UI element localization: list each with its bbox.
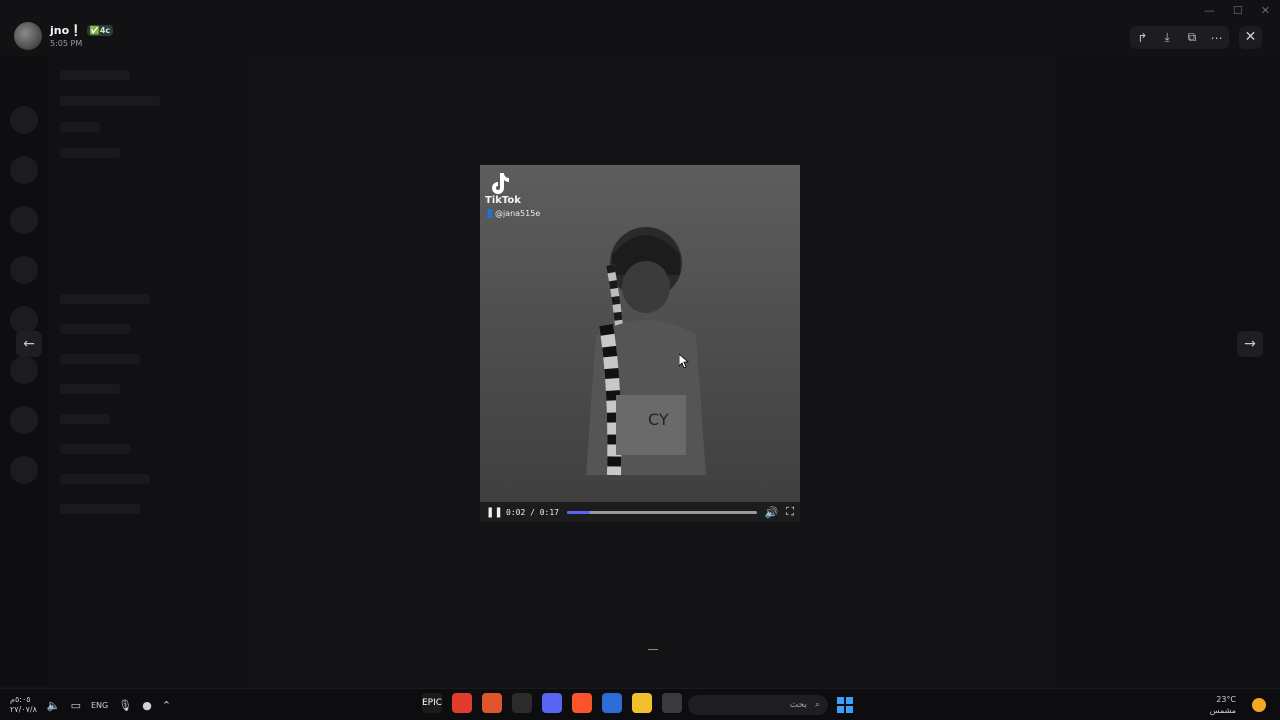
author-name[interactable]: jno❕ (50, 24, 83, 37)
store-icon[interactable] (602, 693, 622, 713)
server-icon (10, 156, 38, 184)
search-icon: ⌕ (814, 700, 820, 710)
maximize-button[interactable]: ☐ (1233, 4, 1243, 17)
server-icon (10, 456, 38, 484)
channel-row (60, 122, 100, 132)
next-media-button[interactable]: → (1237, 331, 1263, 357)
channel-row (60, 294, 150, 304)
channel-row (60, 474, 150, 484)
server-icon (10, 106, 38, 134)
seek-bar[interactable] (566, 510, 757, 514)
more-icon[interactable]: ⋯ (1207, 31, 1227, 45)
author-info: jno❕ ✅4c 5:05 PM (14, 22, 114, 50)
avatar[interactable] (14, 22, 42, 50)
fullscreen-icon[interactable]: ⛶ (786, 505, 794, 519)
server-icon (10, 256, 38, 284)
weather-temp: 23°C (1216, 695, 1236, 704)
channel-row (60, 414, 110, 424)
weather-desc: مشمس (1209, 706, 1236, 715)
channel-list (48, 56, 248, 686)
channel-row (60, 384, 120, 394)
server-rail (0, 56, 48, 686)
clock-time: ٥:٠٥م (10, 695, 31, 704)
tiktok-username: 👤@jana515e (485, 209, 541, 218)
profile-panel (1056, 56, 1280, 686)
guild-tag: ✅4c (86, 25, 114, 36)
app-clock-icon[interactable] (512, 693, 532, 713)
svg-text:CY: CY (648, 410, 669, 429)
tiktok-logo-icon (492, 173, 509, 194)
taskbar: ٥:٠٥م ٢٧/٠٧/٨ 🔈 ▭ ENG 🎙 ● ⌃ EPIC بحث ⌕ 2… (0, 688, 1280, 720)
pause-button[interactable]: ❚❚ (486, 507, 503, 518)
media-viewer-header: jno❕ ✅4c 5:05 PM — ☐ ✕ ↱ ⤓ ⧉ ⋯ ✕ (0, 0, 1280, 56)
channel-row (60, 354, 140, 364)
author-name-row: jno❕ ✅4c (50, 24, 114, 37)
channel-row (60, 96, 160, 106)
close-viewer-button[interactable]: ✕ (1239, 26, 1262, 49)
taskbar-search[interactable]: بحث ⌕ (688, 695, 828, 715)
system-tray: ٥:٠٥م ٢٧/٠٧/٨ 🔈 ▭ ENG 🎙 ● ⌃ (10, 695, 171, 715)
server-icon (10, 206, 38, 234)
video-frame-person: CY (586, 227, 706, 476)
channel-row (60, 504, 140, 514)
start-button[interactable] (837, 697, 853, 713)
app-orange-icon[interactable] (482, 693, 502, 713)
minimize-button[interactable]: — (1204, 4, 1215, 17)
search-placeholder: بحث (789, 700, 807, 710)
channel-row (60, 148, 120, 158)
mouse-cursor-icon (679, 354, 689, 368)
network-icon[interactable]: ▭ (71, 699, 81, 712)
pinned-apps: EPIC (422, 693, 682, 713)
video-controls: ❚❚ 0:02 / 0:17 🔊 ⛶ (480, 502, 800, 522)
volume-icon[interactable]: 🔊 (765, 506, 779, 519)
seek-bar-progress (566, 510, 590, 514)
tiktok-brand: TikTok (485, 195, 521, 206)
sun-icon (1252, 698, 1266, 712)
server-icon (10, 306, 38, 334)
window-close-button[interactable]: ✕ (1261, 4, 1270, 17)
download-icon[interactable]: ⤓ (1157, 30, 1177, 45)
server-icon (10, 406, 38, 434)
discord-icon[interactable] (542, 693, 562, 713)
microphone-icon[interactable]: 🎙 (118, 699, 132, 712)
language-indicator[interactable]: ENG (91, 701, 108, 710)
clock-date: ٢٧/٠٧/٨ (10, 705, 37, 714)
tray-app-icon[interactable]: ● (142, 699, 152, 712)
loading-indicator (648, 649, 658, 650)
forward-icon[interactable]: ↱ (1132, 31, 1152, 45)
weather-widget[interactable]: 23°C مشمس (1210, 694, 1236, 716)
message-timestamp: 5:05 PM (50, 39, 83, 48)
previous-media-button[interactable]: ← (16, 331, 42, 357)
video-player[interactable]: TikTok 👤@jana515e CY (480, 165, 800, 522)
chrome-icon[interactable] (452, 693, 472, 713)
epic-games-icon[interactable]: EPIC (422, 693, 442, 713)
open-external-icon[interactable]: ⧉ (1182, 30, 1202, 45)
channel-row (60, 70, 130, 80)
clock[interactable]: ٥:٠٥م ٢٧/٠٧/٨ (10, 695, 37, 715)
brave-icon[interactable] (572, 693, 592, 713)
window-controls: — ☐ ✕ (1204, 4, 1270, 17)
time-display: 0:02 / 0:17 (506, 507, 559, 517)
speaker-icon[interactable]: 🔈 (47, 699, 61, 712)
channel-row (60, 324, 130, 334)
file-explorer-icon[interactable] (632, 693, 652, 713)
server-icon (10, 356, 38, 384)
chevron-up-icon[interactable]: ⌃ (162, 699, 171, 712)
app-window-icon[interactable] (662, 693, 682, 713)
channel-row (60, 444, 130, 454)
media-toolbar: ↱ ⤓ ⧉ ⋯ (1130, 26, 1229, 49)
